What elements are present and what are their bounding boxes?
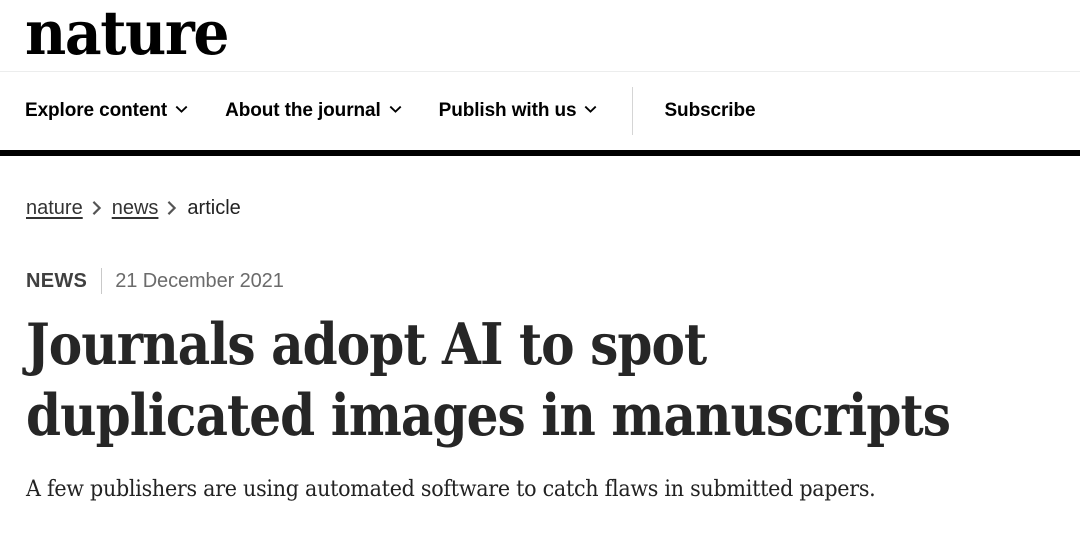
page-title-line-2: duplicated images in manuscripts — [26, 382, 951, 449]
nav-item-label: About the journal — [225, 100, 381, 121]
article-header: NEWS 21 December 2021 Journals adopt AI … — [0, 266, 1080, 506]
chevron-down-icon — [389, 103, 402, 116]
nav-item-label: Explore content — [25, 100, 168, 121]
breadcrumb-item-article: article — [187, 196, 241, 219]
nav-item-label: Subscribe — [664, 100, 756, 121]
article-standfirst: A few publishers are using automated sof… — [26, 477, 876, 502]
nav-item-publish-with-us[interactable]: Publish with us — [439, 100, 598, 122]
article-meta: NEWS 21 December 2021 — [26, 266, 1050, 296]
nav-item-about-the-journal[interactable]: About the journal — [225, 100, 402, 122]
breadcrumb-item-news[interactable]: news — [112, 197, 159, 220]
site-masthead: nature — [0, 0, 1080, 72]
chevron-right-icon — [92, 201, 103, 215]
header-heavy-rule — [0, 150, 1080, 156]
nav-item-label: Publish with us — [438, 100, 577, 121]
page-title: Journals adopt AI to spot duplicated ima… — [26, 309, 1044, 451]
article-publish-date: 21 December 2021 — [115, 269, 284, 292]
nav-item-subscribe[interactable]: Subscribe — [664, 100, 755, 122]
page-title-line-1: Journals adopt AI to spot — [26, 311, 707, 378]
nav-item-explore-content[interactable]: Explore content — [25, 100, 188, 122]
chevron-right-icon — [167, 201, 178, 215]
main-navigation: Explore content About the journal Publis… — [0, 72, 1080, 150]
breadcrumb-item-nature[interactable]: nature — [26, 197, 83, 220]
nature-logo[interactable]: nature — [25, 0, 229, 70]
breadcrumb: nature news article — [0, 185, 1080, 231]
nav-vertical-divider — [632, 87, 634, 135]
meta-divider — [101, 268, 103, 294]
chevron-down-icon — [584, 103, 597, 116]
article-type-kicker: NEWS — [26, 269, 88, 292]
chevron-down-icon — [175, 103, 188, 116]
